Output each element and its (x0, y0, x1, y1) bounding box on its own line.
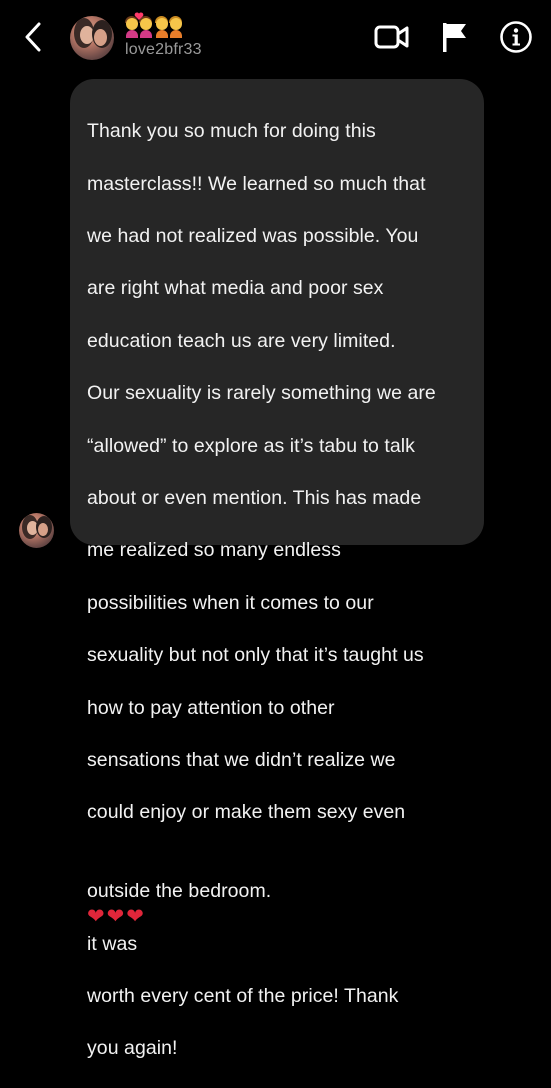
message-line: education teach us are very limited. (87, 329, 396, 352)
video-call-icon (374, 24, 410, 55)
message-line: “allowed” to explore as it’s tabu to tal… (87, 434, 415, 457)
red-hearts-emoji: ❤❤❤ (87, 905, 146, 929)
contact-avatar[interactable] (70, 16, 114, 60)
message-line: sensations that we didn’t realize we (87, 749, 396, 772)
sender-avatar[interactable] (19, 513, 54, 548)
message-line: Thank you so much for doing this (87, 120, 376, 143)
message-line: Our sexuality is rarely something we are (87, 382, 436, 405)
message-line: me realized so many endless (87, 539, 341, 562)
couple-with-heart-emoji (125, 12, 153, 38)
info-icon (499, 20, 533, 59)
message-line: masterclass!! We learned so much that (87, 172, 426, 195)
message-line: are right what media and poor sex (87, 277, 384, 300)
two-women-emoji (155, 14, 183, 38)
message-line: sexuality but not only that it’s taught … (87, 644, 424, 667)
flag-icon (440, 21, 468, 58)
message-line: possibilities when it comes to our (87, 591, 374, 614)
message-segment: it was (87, 932, 138, 955)
video-call-button[interactable] (372, 22, 412, 56)
message-line: outside the bedroom. ❤❤❤ it was (87, 852, 470, 957)
contact-emoji-name (125, 12, 183, 39)
back-button[interactable] (18, 22, 48, 56)
message-bubble[interactable]: Thank you so much for doing this masterc… (70, 79, 484, 1059)
message-line: we had not realized was possible. You (87, 225, 419, 248)
chevron-left-icon (24, 22, 42, 57)
message-text: Thank you so much for doing this masterc… (87, 92, 470, 1088)
message-line: how to pay attention to other (87, 696, 335, 719)
message-line: about or even mention. This has made (87, 487, 422, 510)
chat-header: love2bfr33 (0, 0, 551, 78)
message-line: could enjoy or make them sexy even (87, 801, 406, 824)
report-flag-button[interactable] (437, 22, 471, 56)
info-button[interactable] (498, 20, 534, 59)
contact-username[interactable]: love2bfr33 (125, 41, 202, 59)
message-line: you again! (87, 1037, 178, 1060)
message-segment: outside the bedroom. (87, 880, 272, 903)
message-line: worth every cent of the price! Thank (87, 984, 399, 1007)
